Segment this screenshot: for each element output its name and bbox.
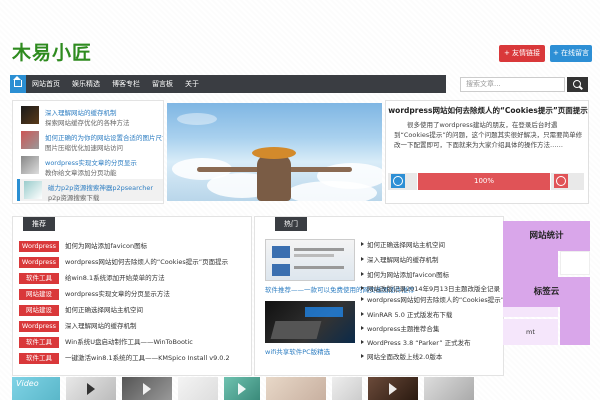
list-item-title[interactable]: 如何为网站添加favicon图标 [65, 241, 147, 252]
list-item-subtitle: 图片压缩优化加速网站访问 [45, 144, 123, 152]
hero-image[interactable] [167, 103, 382, 201]
list-item-title[interactable]: 如何正确的为你的网站设置合适的图片尺寸-- [45, 132, 163, 142]
main-nav: 网站首页 娱乐精选 博客专栏 留言板 关于 [10, 75, 446, 93]
video-thumbnail[interactable] [122, 377, 172, 400]
list-item-subtitle: p2p资源搜索下载 [48, 194, 100, 202]
video-thumbnail[interactable] [66, 377, 116, 400]
list-item[interactable]: 网站全面改版上线2.0版本 [360, 351, 442, 361]
list-item[interactable]: 深入理解网站的缓存机制 探索网站缓存优化的各种方法 [17, 104, 163, 127]
recommend-panel: 推荐 Wordpress 如何为网站添加favicon图标 Wordpress … [12, 216, 252, 376]
vote-percent: 100% [418, 173, 550, 190]
search-icon[interactable] [567, 77, 588, 92]
category-tag[interactable]: 软件工具 [19, 273, 59, 284]
image-caption[interactable]: wifi共享软件PC版精选 [265, 346, 330, 356]
thumbnail[interactable] [265, 239, 355, 281]
list-item[interactable]: wordpress实现文章的分页显示 教你给文章添加分页功能 [17, 154, 163, 177]
category-tag[interactable]: Wordpress [19, 321, 59, 332]
list-item-title[interactable]: 深入理解网站的缓存机制 [45, 107, 163, 117]
category-tag[interactable]: 网站建设 [19, 305, 59, 316]
tab-hot[interactable]: 热门 [275, 217, 307, 231]
category-tag[interactable]: 软件工具 [19, 353, 59, 364]
thumbnail [21, 106, 39, 124]
nav-item-blog[interactable]: 博客专栏 [112, 75, 140, 93]
widget-title: 标签云 [503, 277, 590, 307]
video-thumbnail[interactable]: Video [12, 377, 60, 400]
list-item-title[interactable]: Win系统U盘启动制作工具——WinToBootic [65, 337, 193, 348]
list-item-title[interactable]: wordpress实现文章的分页显示 [45, 157, 163, 167]
category-tag[interactable]: Wordpress [19, 257, 59, 268]
category-tag[interactable]: Wordpress [19, 241, 59, 252]
featured-list: 深入理解网站的缓存机制 探索网站缓存优化的各种方法 如何正确的为你的网站设置合适… [12, 100, 164, 204]
list-item[interactable]: 如何为网站添加favicon图标 [360, 269, 449, 279]
video-thumbnail[interactable] [332, 377, 362, 400]
list-item[interactable]: 深入理解网站的缓存机制 [361, 254, 439, 264]
list-item[interactable]: WinRAR 5.0 正式版发布下载 [360, 309, 452, 319]
nav-item-entertainment[interactable]: 娱乐精选 [72, 75, 100, 93]
site-logo[interactable]: 木易小匠 [12, 38, 92, 65]
search-input[interactable]: 搜索文章... [460, 77, 565, 92]
list-item[interactable]: 如何正确选择网站主机空间 [361, 239, 445, 249]
category-tag[interactable]: 软件工具 [19, 337, 59, 348]
video-label: Video [16, 379, 39, 388]
tag-item[interactable]: mt [503, 319, 558, 345]
article-title[interactable]: wordpress网站如何去除烦人的“Cookies提示”页面提示 [386, 105, 590, 116]
like-icon[interactable] [391, 174, 405, 188]
dislike-icon[interactable] [554, 174, 568, 188]
list-item-title[interactable]: 磁力p2p资源搜索神器p2psearcher [48, 182, 166, 192]
list-item-title[interactable]: 如何正确选择网站主机空间 [65, 305, 143, 316]
thumbnail [24, 181, 42, 199]
message-board-button[interactable]: + 在线留言 [550, 45, 592, 62]
video-thumbnail[interactable] [266, 377, 326, 400]
video-thumbnail[interactable] [224, 377, 260, 400]
thumbnail[interactable] [265, 301, 355, 343]
nav-item-about[interactable]: 关于 [185, 75, 199, 93]
sidebar-widget: 网站统计 标签云 mt [503, 221, 590, 348]
list-item-title[interactable]: wordpress网站如何去除烦人的“Cookies提示”页面提示 [65, 257, 228, 268]
hot-panel: 热门 软件推荐——一款可以免费使用的网页截图插件推荐 wifi共享软件PC版精选… [254, 216, 530, 376]
widget-title: 网站统计 [503, 221, 590, 251]
list-item[interactable]: 如何正确的为你的网站设置合适的图片尺寸-- 图片压缩优化加速网站访问 [17, 129, 163, 152]
list-item-title[interactable]: 给win8.1系统添加开始菜单的方法 [65, 273, 165, 284]
home-icon[interactable] [10, 75, 26, 93]
thumbnail [21, 156, 39, 174]
nav-item-home[interactable]: 网站首页 [32, 75, 60, 93]
friend-links-button[interactable]: + 友情链接 [499, 45, 545, 62]
list-item[interactable]: 网站改版记录2014年9月13日主题改版全记录 [361, 283, 500, 293]
list-item-title[interactable]: 深入理解网站的缓存机制 [65, 321, 137, 332]
list-item[interactable]: wordpress主题推荐合集 [360, 323, 439, 333]
list-item-title[interactable]: wordpress实现文章的分页显示方法 [65, 289, 170, 300]
category-tag[interactable]: 网站建设 [19, 289, 59, 300]
vote-bar: 100% [388, 173, 586, 190]
nav-item-guestbook[interactable]: 留言板 [152, 75, 173, 93]
video-thumbnail[interactable] [424, 377, 474, 400]
list-item-title[interactable]: 一键激活win8.1系统的工具——KMSpico Install v9.0.2 [65, 353, 230, 364]
list-item-subtitle: 教你给文章添加分页功能 [45, 169, 117, 177]
featured-article: wordpress网站如何去除烦人的“Cookies提示”页面提示 很多使用了w… [385, 100, 589, 204]
list-item[interactable]: WordPress 3.8 “Parker” 正式发布 [361, 337, 471, 347]
tab-recommend[interactable]: 推荐 [23, 217, 55, 231]
video-thumbnail[interactable] [178, 377, 218, 400]
list-item-subtitle: 探索网站缓存优化的各种方法 [45, 119, 130, 127]
list-item[interactable]: 磁力p2p资源搜索神器p2psearcher p2p资源搜索下载 [17, 179, 166, 202]
video-thumbnail[interactable] [368, 377, 418, 400]
article-excerpt: 很多使用了wordpress建站的朋友，在登录后台时遇到“Cookies提示”的… [394, 121, 583, 149]
thumbnail [21, 131, 39, 149]
